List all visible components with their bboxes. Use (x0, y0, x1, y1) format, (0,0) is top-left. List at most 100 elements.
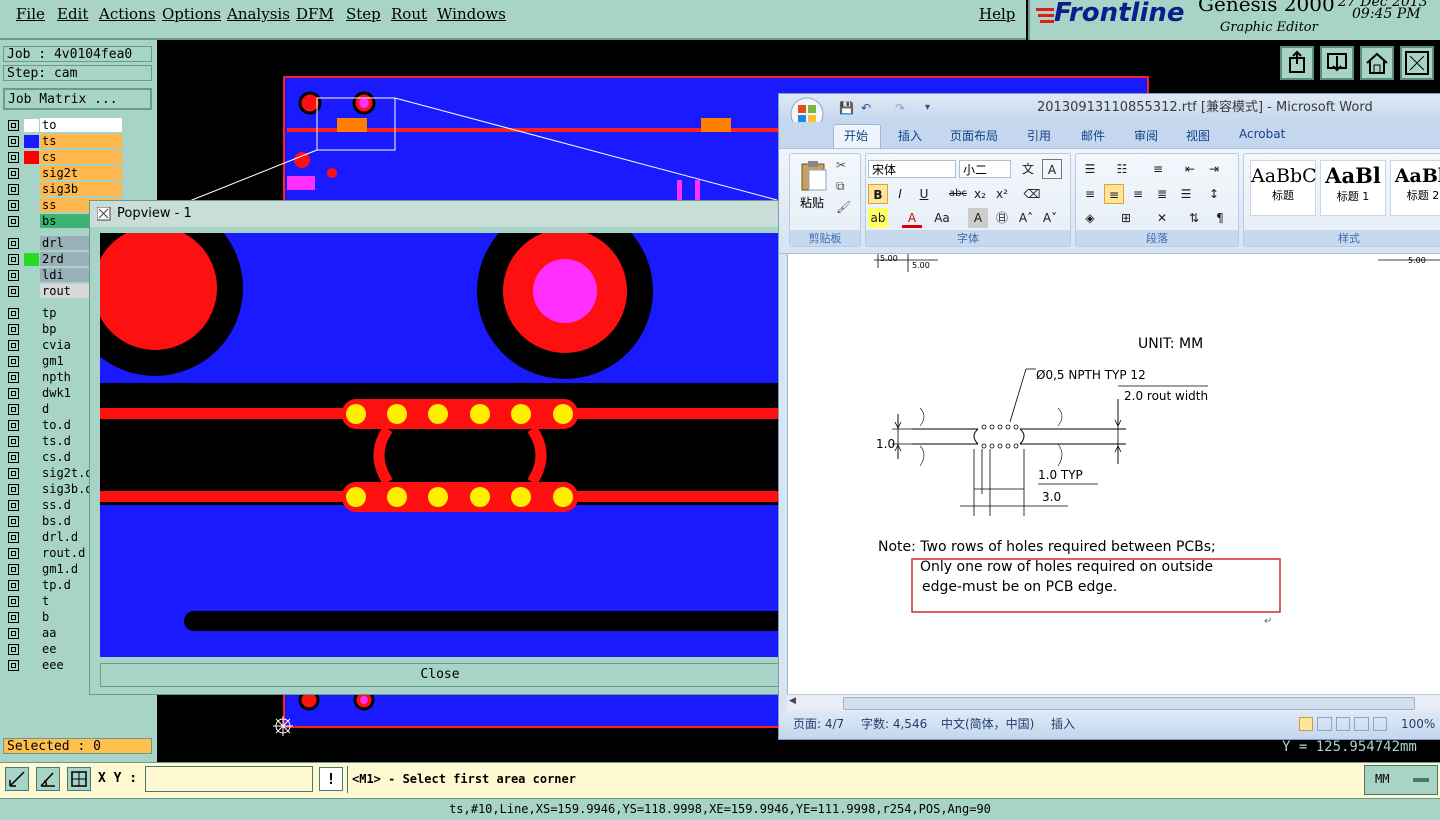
borders-icon[interactable]: ⊞ (1116, 208, 1136, 228)
menu-windows[interactable]: Windows (437, 5, 506, 23)
tab-home[interactable]: 开始 (844, 127, 868, 144)
xy-input[interactable] (145, 766, 313, 792)
layer-row-ts[interactable]: ts (5, 134, 128, 149)
draft-icon[interactable] (1372, 717, 1388, 731)
layer-checkbox[interactable] (8, 324, 19, 335)
tab-insert[interactable]: 插入 (898, 127, 922, 144)
phonetic-icon[interactable]: 文 (1018, 159, 1038, 179)
layer-checkbox[interactable] (8, 436, 19, 447)
document-page[interactable]: 5.00 5.00 5.00 UNIT: MM Ø0,5 NPTH TYP 12… (787, 254, 1440, 694)
bold-button[interactable]: B (868, 184, 888, 204)
layer-checkbox[interactable] (8, 356, 19, 367)
layer-checkbox[interactable] (8, 564, 19, 575)
layer-checkbox[interactable] (8, 120, 19, 131)
layer-name[interactable]: ts (40, 134, 122, 148)
tab-view[interactable]: 视图 (1186, 127, 1210, 144)
status-mode[interactable]: 插入 (1051, 711, 1075, 737)
tab-page-layout[interactable]: 页面布局 (950, 127, 998, 144)
bullets-icon[interactable]: ☰ (1080, 159, 1100, 179)
enclose-char-icon[interactable]: ㊐ (992, 208, 1012, 228)
home-icon[interactable] (1360, 46, 1394, 80)
layer-checkbox[interactable] (8, 270, 19, 281)
layer-checkbox[interactable] (8, 612, 19, 623)
tab-review[interactable]: 审阅 (1134, 127, 1158, 144)
popview-titlebar[interactable]: Popview - 1 (90, 201, 790, 227)
layer-row-sig3b[interactable]: sig3b (5, 182, 128, 197)
menu-help[interactable]: Help (979, 5, 1015, 23)
distributed-icon[interactable]: ☰ (1176, 184, 1196, 204)
print-layout-icon[interactable] (1299, 717, 1314, 731)
grow-font-icon[interactable]: A˄ (1016, 208, 1036, 228)
measure-icon[interactable] (5, 767, 29, 791)
multilevel-list-icon[interactable]: ≡ (1148, 159, 1168, 179)
status-words[interactable]: 字数: 4,546 (861, 711, 927, 737)
layer-checkbox[interactable] (8, 548, 19, 559)
web-layout-icon[interactable] (1335, 717, 1351, 731)
underline-button[interactable]: U (914, 184, 934, 204)
status-page[interactable]: 页面: 4/7 (793, 711, 844, 737)
layer-checkbox[interactable] (8, 238, 19, 249)
scroll-thumb[interactable] (843, 697, 1415, 710)
scroll-left-icon[interactable]: ◀ (789, 696, 796, 706)
font-color-icon[interactable]: A (902, 208, 922, 228)
italic-button[interactable]: I (890, 184, 910, 204)
subscript-button[interactable]: x₂ (970, 184, 990, 204)
layer-name[interactable]: sig3b (40, 182, 122, 196)
layer-checkbox[interactable] (8, 644, 19, 655)
angle-icon[interactable] (36, 767, 60, 791)
char-border-icon[interactable]: A (1042, 159, 1062, 179)
layer-checkbox[interactable] (8, 516, 19, 527)
layer-row-to[interactable]: to (5, 118, 128, 133)
layer-checkbox[interactable] (8, 184, 19, 195)
layer-checkbox[interactable] (8, 152, 19, 163)
menu-options[interactable]: Options (162, 5, 221, 23)
copy-icon[interactable]: ⧉ (836, 179, 845, 194)
superscript-button[interactable]: x² (992, 184, 1012, 204)
full-screen-icon[interactable] (1317, 717, 1332, 731)
layer-checkbox[interactable] (8, 340, 19, 351)
tab-references[interactable]: 引用 (1027, 127, 1051, 144)
window-grid-icon[interactable] (1400, 46, 1434, 80)
paste-icon[interactable] (800, 160, 828, 192)
font-size-box[interactable]: 小二 (959, 160, 1011, 178)
layer-name[interactable]: sig2t (40, 166, 122, 180)
layer-checkbox[interactable] (8, 216, 19, 227)
layer-checkbox[interactable] (8, 420, 19, 431)
sort-icon[interactable]: ⇅ (1184, 208, 1204, 228)
layer-checkbox[interactable] (8, 500, 19, 511)
highlight-icon[interactable]: ab (868, 208, 888, 228)
word-titlebar[interactable]: 💾 ↶ ↷ ▾ 20130913110855312.rtf [兼容模式] - M… (779, 94, 1440, 131)
show-marks-icon[interactable]: ¶ (1210, 208, 1230, 228)
layer-checkbox[interactable] (8, 484, 19, 495)
align-right-icon[interactable]: ≡ (1128, 184, 1148, 204)
numbering-icon[interactable]: ☷ (1112, 159, 1132, 179)
font-name-box[interactable]: 宋体 (868, 160, 956, 178)
paste-label[interactable]: 粘贴 (800, 194, 824, 211)
popview-close-button[interactable]: Close (100, 663, 780, 687)
format-painter-icon[interactable]: 🖌 (836, 200, 851, 214)
layer-checkbox[interactable] (8, 254, 19, 265)
style-heading[interactable]: AaBbC 标题 (1250, 160, 1317, 216)
justify-icon[interactable]: ≣ (1152, 184, 1172, 204)
layer-checkbox[interactable] (8, 452, 19, 463)
style-heading-1[interactable]: AaBl 标题 1 (1320, 160, 1386, 216)
menu-edit[interactable]: Edit (57, 5, 88, 23)
menu-step[interactable]: Step (346, 5, 381, 23)
import-icon[interactable] (1320, 46, 1354, 80)
cut-icon[interactable]: ✂ (836, 158, 846, 172)
grid-snap-icon[interactable] (67, 767, 91, 791)
status-language[interactable]: 中文(简体，中国) (941, 711, 1034, 737)
layer-checkbox[interactable] (8, 388, 19, 399)
quick-access-dropdown-icon[interactable]: ▾ (925, 94, 930, 122)
layer-checkbox[interactable] (8, 660, 19, 671)
layer-checkbox[interactable] (8, 404, 19, 415)
align-center-icon[interactable]: ≡ (1104, 184, 1124, 204)
layer-checkbox[interactable] (8, 136, 19, 147)
layer-checkbox[interactable] (8, 200, 19, 211)
job-matrix-button[interactable]: Job Matrix ... (3, 88, 152, 110)
decrease-indent-icon[interactable]: ⇤ (1180, 159, 1200, 179)
menu-analysis[interactable]: Analysis (227, 5, 290, 23)
layer-name[interactable]: cs (40, 150, 122, 164)
export-icon[interactable] (1280, 46, 1314, 80)
layer-checkbox[interactable] (8, 596, 19, 607)
